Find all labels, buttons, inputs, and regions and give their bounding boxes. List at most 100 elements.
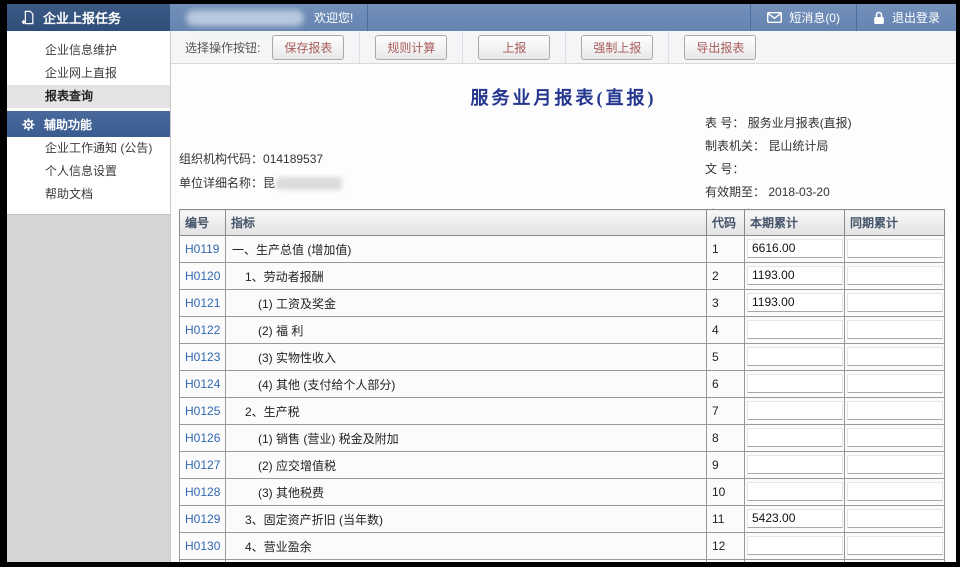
- rule-calculate-button[interactable]: 规则计算: [375, 35, 447, 60]
- code-cell: 5: [707, 344, 745, 371]
- toolbar-divider: [359, 31, 360, 63]
- table-row: H0127 (2) 应交增值税 9: [180, 452, 945, 479]
- current-period-input[interactable]: 1193.00: [747, 266, 843, 285]
- code-cell: 13: [707, 560, 745, 563]
- indicator-cell: (2) 应交增值税: [226, 452, 707, 479]
- same-period-input[interactable]: [847, 293, 943, 312]
- org-code-label: 组织机构代码：: [179, 152, 263, 166]
- row-id-link[interactable]: H0128: [180, 479, 226, 506]
- code-cell: 3: [707, 290, 745, 317]
- form-number-label: 表 号：: [705, 116, 744, 130]
- report-title: 服务业月报表(直报): [171, 64, 956, 110]
- same-period-input[interactable]: [847, 536, 943, 555]
- report-left-meta: 组织机构代码：014189537 单位详细名称：昆: [179, 150, 342, 198]
- header-code: 代码: [707, 210, 745, 236]
- sidebar-section-aux-functions[interactable]: 辅助功能: [7, 110, 170, 137]
- same-period-input[interactable]: [847, 374, 943, 393]
- same-period-input[interactable]: [847, 401, 943, 420]
- unit-name-line: 单位详细名称：昆: [179, 174, 342, 191]
- row-id-link[interactable]: H0126: [180, 425, 226, 452]
- messages-label: 短消息(0): [789, 9, 840, 26]
- same-period-input[interactable]: [847, 266, 943, 285]
- row-id-link[interactable]: H0131: [180, 560, 226, 563]
- current-period-input[interactable]: [747, 320, 843, 339]
- save-report-button[interactable]: 保存报表: [272, 35, 344, 60]
- code-cell: 11: [707, 506, 745, 533]
- sidebar-item-online-direct-report[interactable]: 企业网上直报: [7, 62, 170, 85]
- table-header-row: 编号 指标 代码 本期累计 同期累计: [180, 210, 945, 236]
- row-id-link[interactable]: H0120: [180, 263, 226, 290]
- messages-button[interactable]: 短消息(0): [751, 4, 856, 31]
- table-row: H0123 (3) 实物性收入 5: [180, 344, 945, 371]
- row-id-link[interactable]: H0130: [180, 533, 226, 560]
- code-cell: 2: [707, 263, 745, 290]
- current-period-input[interactable]: [747, 374, 843, 393]
- same-period-input[interactable]: [847, 320, 943, 339]
- table-row: H0125 2、生产税 7: [180, 398, 945, 425]
- same-period-input[interactable]: [847, 347, 943, 366]
- same-period-input[interactable]: [847, 509, 943, 528]
- same-period-input[interactable]: [847, 239, 943, 258]
- row-id-link[interactable]: H0119: [180, 236, 226, 263]
- current-period-input[interactable]: [747, 401, 843, 420]
- sidebar-item-work-notices[interactable]: 企业工作通知 (公告): [7, 137, 170, 160]
- sidebar-item-enterprise-info-maintenance[interactable]: 企业信息维护: [7, 39, 170, 62]
- submit-button[interactable]: 上报: [478, 35, 550, 60]
- current-period-input[interactable]: [747, 428, 843, 447]
- main-panel: 选择操作按钮: 保存报表 规则计算 上报 强制上报 导出报表 服务业月报表(直报…: [171, 31, 956, 562]
- toolbar-divider: [462, 31, 463, 63]
- table-row: H0124 (4) 其他 (支付给个人部分) 6: [180, 371, 945, 398]
- sidebar-item-report-query[interactable]: 报表查询: [7, 85, 170, 108]
- valid-until-value: 2018-03-20: [768, 185, 829, 199]
- table-row: H0130 4、营业盈余 12: [180, 533, 945, 560]
- indicator-cell: (1) 销售 (营业) 税金及附加: [226, 425, 707, 452]
- current-period-input[interactable]: [747, 482, 843, 501]
- form-number-value: 服务业月报表(直报): [748, 116, 852, 130]
- header-indicator: 指标: [226, 210, 707, 236]
- topbar-divider: [367, 4, 368, 31]
- toolbar-divider: [668, 31, 669, 63]
- logout-button[interactable]: 退出登录: [857, 4, 956, 31]
- form-number-line: 表 号： 服务业月报表(直报): [705, 114, 852, 131]
- row-id-link[interactable]: H0121: [180, 290, 226, 317]
- code-cell: 10: [707, 479, 745, 506]
- code-cell: 4: [707, 317, 745, 344]
- row-id-link[interactable]: H0127: [180, 452, 226, 479]
- document-plus-icon: [21, 10, 35, 25]
- lock-icon: [873, 11, 885, 25]
- row-id-link[interactable]: H0125: [180, 398, 226, 425]
- current-period-input[interactable]: [747, 536, 843, 555]
- sidebar-footer: [7, 214, 170, 562]
- sidebar-section-report-tasks[interactable]: 企业上报任务: [7, 4, 170, 31]
- table-row: H0119 一、生产总值 (增加值) 1 6616.00: [180, 236, 945, 263]
- issuing-agency-label: 制表机关：: [705, 139, 765, 153]
- sidebar-item-personal-settings[interactable]: 个人信息设置: [7, 160, 170, 183]
- same-period-input[interactable]: [847, 455, 943, 474]
- row-id-link[interactable]: H0123: [180, 344, 226, 371]
- gear-icon: [22, 118, 35, 131]
- current-period-input[interactable]: 6616.00: [747, 239, 843, 258]
- current-period-input[interactable]: [747, 455, 843, 474]
- force-submit-button[interactable]: 强制上报: [581, 35, 653, 60]
- table-row: H0126 (1) 销售 (营业) 税金及附加 8: [180, 425, 945, 452]
- sidebar-item-help-docs[interactable]: 帮助文档: [7, 183, 170, 206]
- envelope-icon: [767, 12, 782, 23]
- code-cell: 6: [707, 371, 745, 398]
- same-period-input[interactable]: [847, 428, 943, 447]
- row-id-link[interactable]: H0124: [180, 371, 226, 398]
- current-period-input[interactable]: [747, 347, 843, 366]
- indicator-cell: (3) 实物性收入: [226, 344, 707, 371]
- export-report-button[interactable]: 导出报表: [684, 35, 756, 60]
- row-id-link[interactable]: H0122: [180, 317, 226, 344]
- report-table: 编号 指标 代码 本期累计 同期累计 H0119 一、生产总值 (增加值) 1 …: [179, 209, 945, 562]
- current-period-input[interactable]: 5423.00: [747, 509, 843, 528]
- code-cell: 7: [707, 398, 745, 425]
- topbar-right: 欢迎您! 短消息(0): [170, 4, 956, 31]
- indicator-cell: (1) 工资及奖金: [226, 290, 707, 317]
- current-period-input[interactable]: 1193.00: [747, 293, 843, 312]
- welcome-text: 欢迎您!: [314, 9, 353, 26]
- code-cell: 1: [707, 236, 745, 263]
- indicator-cell: 3、固定资产折旧 (当年数): [226, 506, 707, 533]
- same-period-input[interactable]: [847, 482, 943, 501]
- row-id-link[interactable]: H0129: [180, 506, 226, 533]
